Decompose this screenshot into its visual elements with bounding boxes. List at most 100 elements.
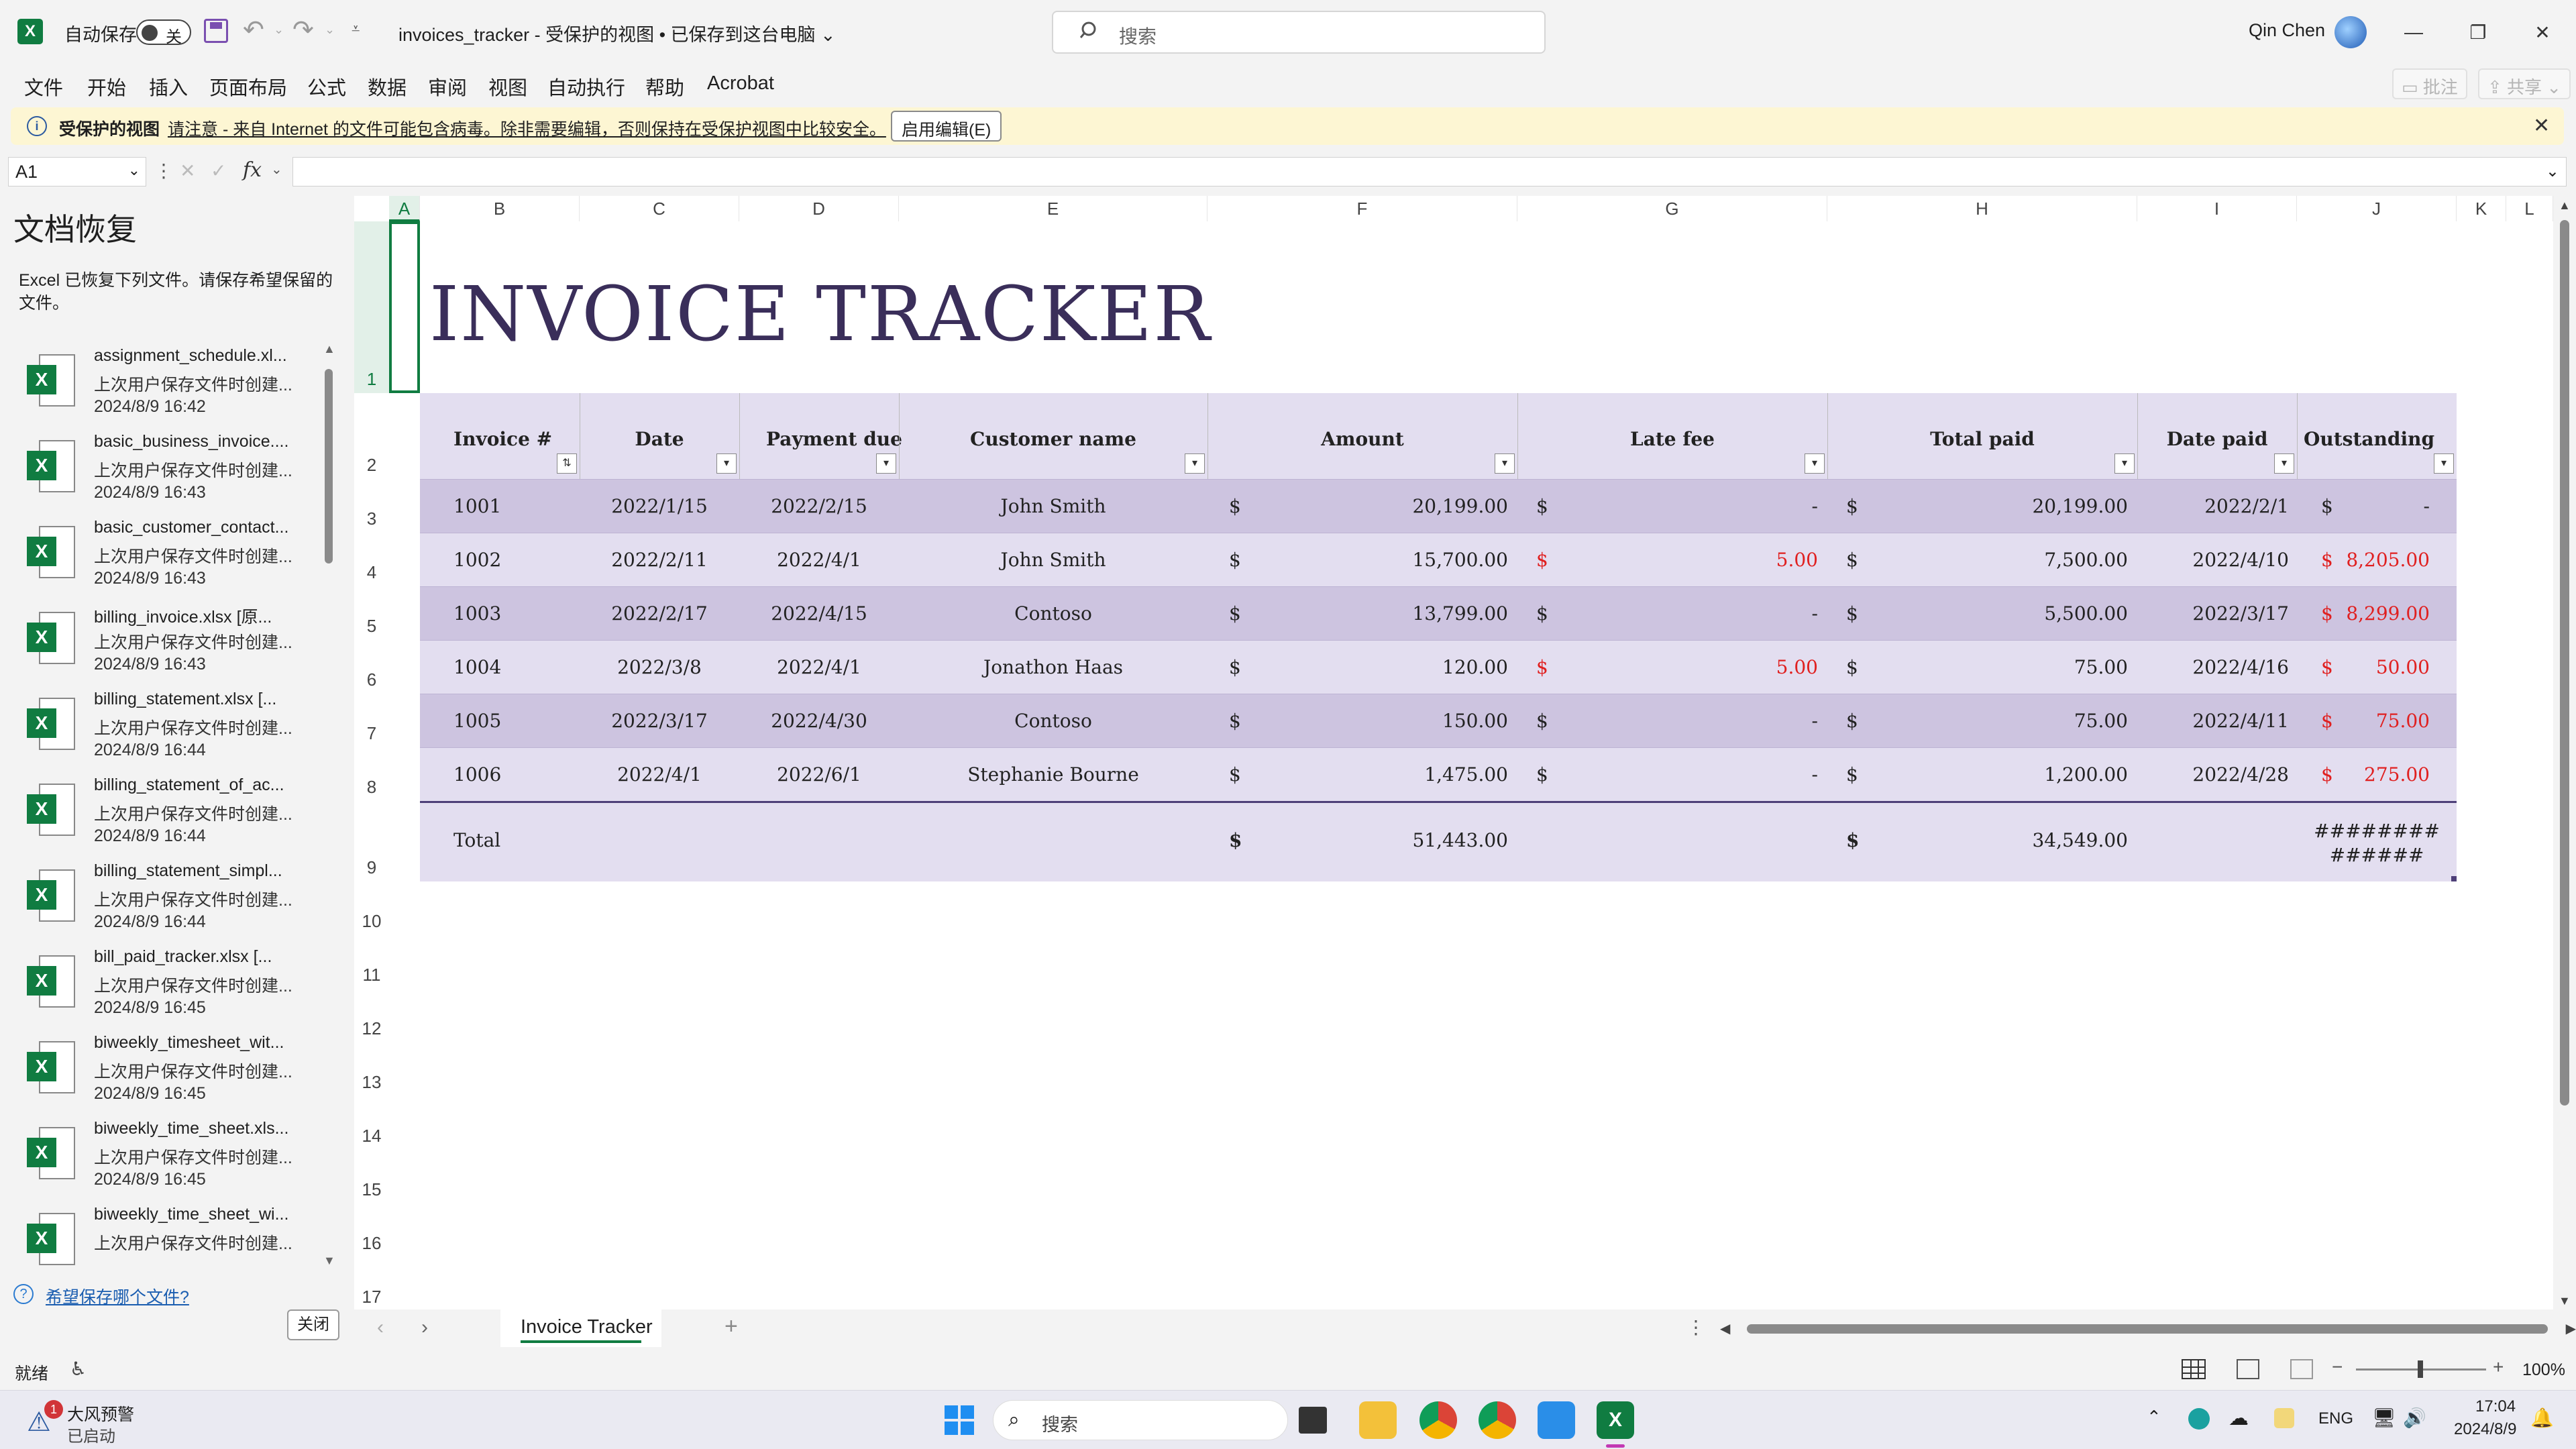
filter-dropdown-icon[interactable]: ▾	[716, 453, 737, 474]
restore-button[interactable]: ❐	[2458, 13, 2498, 51]
next-sheet-icon[interactable]: ›	[421, 1316, 428, 1339]
autosave-toggle[interactable]: 关	[136, 19, 191, 46]
date-paid-cell[interactable]: 2022/4/11	[2137, 710, 2289, 732]
total-amount[interactable]: 51,443.00	[1208, 829, 1508, 851]
add-sheet-icon[interactable]: +	[724, 1313, 738, 1340]
name-box[interactable]: A1 ⌄	[8, 157, 146, 186]
invoice-number-cell[interactable]: 1006	[453, 763, 501, 786]
row-header[interactable]: 15	[354, 1150, 389, 1203]
onedrive-icon[interactable]: ☁	[2229, 1407, 2249, 1430]
total-paid-cell[interactable]: 7,500.00	[1827, 549, 2128, 571]
filter-dropdown-icon[interactable]: ▾	[1495, 453, 1515, 474]
undo-icon[interactable]: ↶	[243, 15, 264, 45]
amount-cell[interactable]: 13,799.00	[1208, 602, 1508, 625]
scrollbar-thumb[interactable]	[2560, 220, 2569, 1106]
row-header[interactable]: 16	[354, 1203, 389, 1257]
payment-due-cell[interactable]: 2022/4/30	[739, 710, 899, 732]
zoom-slider-thumb[interactable]	[2418, 1360, 2423, 1378]
scroll-up-icon[interactable]: ▲	[2559, 199, 2571, 213]
column-header[interactable]: C	[580, 196, 739, 221]
row-header[interactable]: 5	[354, 586, 389, 640]
payment-due-cell[interactable]: 2022/4/15	[739, 602, 899, 625]
normal-view-icon[interactable]	[2182, 1359, 2206, 1379]
document-title[interactable]: invoices_tracker - 受保护的视图 • 已保存到这台电脑 ⌄	[398, 20, 836, 46]
outstanding-cell[interactable]: 275.00	[2297, 763, 2430, 786]
total-paid-cell[interactable]: 5,500.00	[1827, 602, 2128, 625]
select-all-corner[interactable]	[354, 196, 389, 221]
undo-dropdown-icon[interactable]: ⌄	[274, 23, 284, 37]
row-header[interactable]: 7	[354, 694, 389, 747]
invoice-number-cell[interactable]: 1001	[453, 495, 501, 517]
row-header[interactable]: 12	[354, 989, 389, 1042]
scroll-up-icon[interactable]: ▲	[323, 342, 335, 356]
late-fee-cell[interactable]: 5.00	[1517, 549, 1818, 571]
row-header[interactable]: 13	[354, 1042, 389, 1096]
late-fee-cell[interactable]: -	[1517, 602, 1818, 625]
accessibility-icon[interactable]: ♿	[70, 1358, 87, 1380]
late-fee-cell[interactable]: -	[1517, 710, 1818, 732]
row-header[interactable]: 8	[354, 747, 389, 801]
zoom-level[interactable]: 100%	[2522, 1360, 2565, 1380]
menu-page-layout[interactable]: 页面布局	[209, 72, 287, 101]
protected-view-message[interactable]: 请注意 - 来自 Internet 的文件可能包含病毒。除非需要编辑，否则保持在…	[168, 116, 886, 140]
horizontal-scrollbar[interactable]: ◀ ▶	[1720, 1318, 2576, 1340]
column-header[interactable]: E	[899, 196, 1208, 221]
total-paid-cell[interactable]: 20,199.00	[1827, 495, 2128, 517]
date-paid-cell[interactable]: 2022/2/1	[2137, 495, 2289, 517]
recovery-file-item[interactable]: Xbiweekly_time_sheet.xls... 上次用户保存文件时创建..…	[0, 1115, 322, 1201]
amount-cell[interactable]: 20,199.00	[1208, 495, 1508, 517]
filter-dropdown-icon[interactable]: ▾	[1805, 453, 1825, 474]
menu-data[interactable]: 数据	[368, 72, 407, 101]
menu-review[interactable]: 审阅	[428, 72, 467, 101]
outstanding-cell[interactable]: 8,299.00	[2297, 602, 2430, 625]
column-header[interactable]: G	[1517, 196, 1827, 221]
amount-cell[interactable]: 1,475.00	[1208, 763, 1508, 786]
row-header[interactable]: 14	[354, 1096, 389, 1150]
customer-name-cell[interactable]: Jonathon Haas	[899, 656, 1208, 678]
column-header[interactable]: K	[2457, 196, 2506, 221]
outstanding-cell[interactable]: 50.00	[2297, 656, 2430, 678]
horizontal-scrollbar-thumb[interactable]	[1747, 1324, 2548, 1334]
customize-toolbar-icon[interactable]: ⩡	[352, 20, 360, 38]
recovery-file-item[interactable]: Xbiweekly_timesheet_wit... 上次用户保存文件时创建...…	[0, 1029, 322, 1115]
recovery-file-item[interactable]: Xbilling_statement.xlsx [... 上次用户保存文件时创建.…	[0, 686, 322, 771]
date-cell[interactable]: 2022/1/15	[580, 495, 739, 517]
column-header[interactable]: B	[420, 196, 580, 221]
column-header[interactable]: D	[739, 196, 899, 221]
user-name[interactable]: Qin Chen	[2249, 20, 2325, 41]
invoice-number-cell[interactable]: 1004	[453, 656, 501, 678]
scroll-left-icon[interactable]: ◀	[1720, 1320, 1730, 1337]
excel-taskbar-icon[interactable]: X	[1597, 1401, 1634, 1439]
file-explorer-icon[interactable]	[1359, 1401, 1397, 1439]
prev-sheet-icon[interactable]: ‹	[377, 1316, 384, 1339]
redo-dropdown-icon[interactable]: ⌄	[325, 23, 335, 37]
more-options-icon[interactable]: ⋮	[154, 160, 173, 182]
chevron-down-icon[interactable]: ⌄	[271, 161, 282, 178]
total-paid-cell[interactable]: 75.00	[1827, 656, 2128, 678]
date-paid-cell[interactable]: 2022/4/16	[2137, 656, 2289, 678]
volume-icon[interactable]: 🔊	[2403, 1407, 2426, 1429]
worksheet-grid[interactable]: ABCDEFGHIJKL 1 2 3 4 5 6 7 8 9 10 11 12 13 14 15 16 17 I…	[354, 196, 2553, 1309]
customer-name-cell[interactable]: Contoso	[899, 602, 1208, 625]
late-fee-cell[interactable]: 5.00	[1517, 656, 1818, 678]
date-cell[interactable]: 2022/3/8	[580, 656, 739, 678]
enable-editing-button[interactable]: 启用编辑(E)	[891, 111, 1002, 142]
tray-app-icon[interactable]	[2274, 1408, 2294, 1428]
column-header[interactable]: H	[1827, 196, 2137, 221]
menu-view[interactable]: 视图	[488, 72, 527, 101]
avatar[interactable]	[2334, 16, 2367, 48]
comment-button[interactable]: ▭ 批注	[2392, 68, 2467, 99]
recovery-file-item[interactable]: Xbill_paid_tracker.xlsx [... 上次用户保存文件时创建.…	[0, 943, 322, 1029]
zoom-slider[interactable]	[2356, 1360, 2486, 1378]
customer-name-cell[interactable]: John Smith	[899, 495, 1208, 517]
invoice-number-cell[interactable]: 1002	[453, 549, 501, 571]
customer-name-cell[interactable]: John Smith	[899, 549, 1208, 571]
which-files-link[interactable]: 希望保存哪个文件?	[46, 1284, 189, 1308]
date-cell[interactable]: 2022/2/11	[580, 549, 739, 571]
filter-dropdown-icon[interactable]: ⇅	[557, 453, 577, 474]
expand-formula-icon[interactable]: ⌄	[2546, 162, 2559, 181]
late-fee-cell[interactable]: -	[1517, 495, 1818, 517]
column-header[interactable]: J	[2297, 196, 2457, 221]
clock-date[interactable]: 2024/8/9	[2454, 1420, 2516, 1439]
total-paid-cell[interactable]: 1,200.00	[1827, 763, 2128, 786]
